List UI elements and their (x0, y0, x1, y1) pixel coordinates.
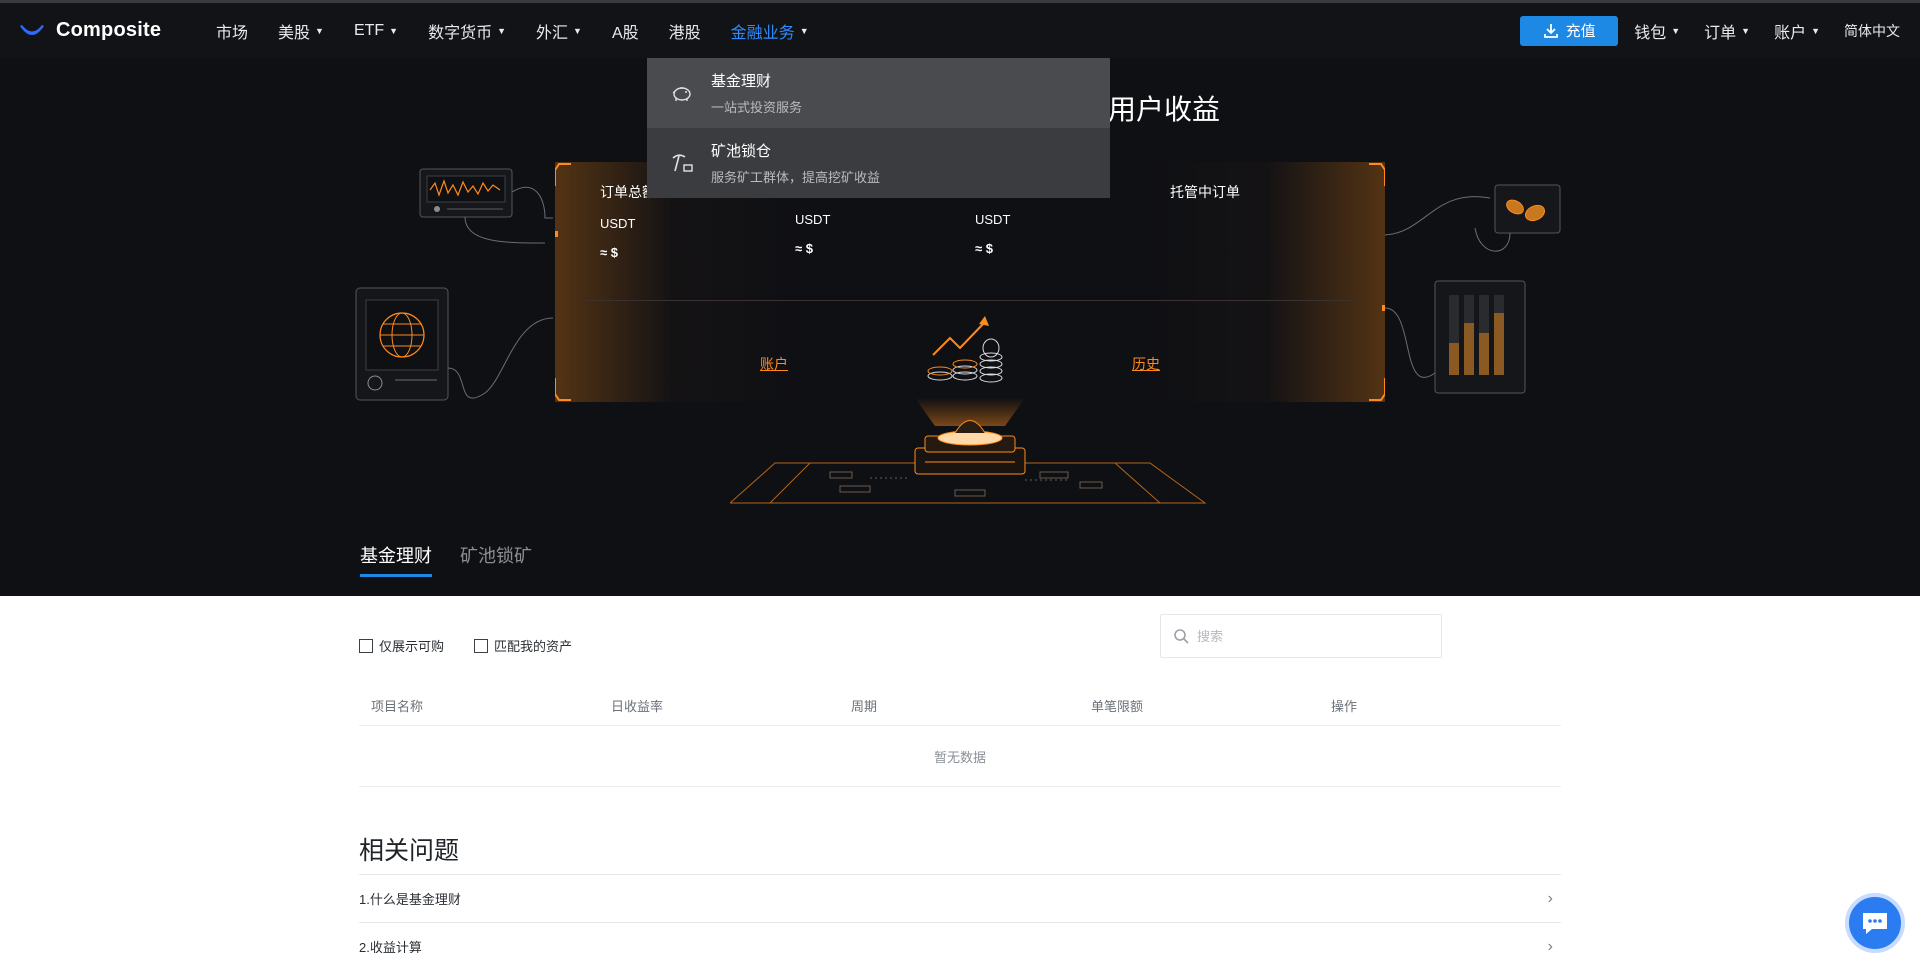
column-header-limit: 单笔限额 (1091, 699, 1144, 714)
nav-crypto[interactable]: 数字货币 ▼ (428, 3, 506, 58)
nav-a-shares-label: A股 (611, 24, 639, 42)
recharge-label: 充值 (1565, 23, 1596, 40)
checkbox-box[interactable] (474, 638, 489, 653)
logo[interactable]: Composite (18, 19, 216, 42)
stat-approx: ≈ $ (795, 241, 813, 256)
nav-forex-label: 外汇 (536, 24, 569, 42)
nav-account-label: 账户 (1774, 24, 1807, 42)
nav-etf-label: ETF (353, 21, 385, 39)
nav-orders[interactable]: 订单 ▼ (1704, 3, 1750, 58)
financial-services-dropdown: 基金理财 一站式投资服务 矿池锁仓 服务矿工群体，提高挖矿收益 (647, 58, 1110, 198)
caret-down-icon: ▼ (497, 25, 507, 36)
nav-orders-label: 订单 (1704, 24, 1737, 42)
chat-support-button[interactable] (1845, 893, 1905, 953)
caret-down-icon: ▼ (389, 25, 399, 36)
faq-list: 1.什么是基金理财 › 2.收益计算 › (359, 874, 1561, 953)
nav-account[interactable]: 账户 ▼ (1774, 3, 1820, 58)
product-tabs: 基金理财 矿池锁矿 (360, 542, 560, 577)
dropdown-item-desc: 服务矿工群体，提高挖矿收益 (711, 170, 881, 185)
piggy-bank-icon (667, 78, 697, 108)
search-input[interactable] (1197, 628, 1417, 644)
filter-bar: 仅展示可购 匹配我的资产 (359, 636, 602, 655)
checkbox-label: 匹配我的资产 (494, 639, 573, 654)
match-assets-checkbox[interactable]: 匹配我的资产 (474, 636, 572, 655)
dropdown-item-fund-finance[interactable]: 基金理财 一站式投资服务 (647, 58, 1110, 128)
column-header-action: 操作 (1331, 699, 1358, 714)
chat-bubble-icon (1863, 913, 1887, 934)
language-label: 简体中文 (1844, 22, 1900, 39)
dropdown-item-title: 矿池锁仓 (711, 143, 772, 160)
nav-us-stocks-label: 美股 (278, 24, 311, 42)
faq-title: 相关问题 (359, 837, 460, 865)
nav-hk-stocks-label: 港股 (668, 24, 701, 42)
composite-logo-icon (20, 24, 44, 35)
user-menu: 充值 钱包 ▼ 订单 ▼ 账户 ▼ 简体中文 (1520, 3, 1920, 58)
nav-etf[interactable]: ETF ▼ (354, 3, 398, 58)
search-box (1160, 614, 1442, 658)
chevron-right-icon: › (1547, 937, 1553, 953)
account-link[interactable]: 账户 (760, 354, 788, 374)
panel-divider (585, 300, 1355, 301)
dropdown-item-mining-pool[interactable]: 矿池锁仓 服务矿工群体，提高挖矿收益 (647, 128, 1110, 198)
nav-us-stocks[interactable]: 美股 ▼ (278, 3, 324, 58)
caret-down-icon: ▼ (1811, 25, 1820, 36)
nav-financial-services-label: 金融业务 (730, 24, 795, 42)
stat-approx: ≈ $ (975, 241, 993, 256)
nav-hk-stocks[interactable]: 港股 (669, 3, 701, 58)
earnings-panel: 订单总额 USDT ≈ $ USDT ≈ $ USDT ≈ $ 托管中订单 账户… (555, 162, 1385, 402)
nav-market-label: 市场 (216, 24, 249, 42)
nav-wallet[interactable]: 钱包 ▼ (1634, 3, 1680, 58)
stat-custody-orders: 托管中订单 (1170, 182, 1240, 216)
faq-question: 2.收益计算 (359, 940, 422, 953)
caret-down-icon: ▼ (1741, 25, 1751, 36)
nav-a-shares[interactable]: A股 (612, 3, 639, 58)
hero-title: 用户收益 (1108, 94, 1221, 125)
faq-item[interactable]: 1.什么是基金理财 › (359, 874, 1561, 922)
language-switcher[interactable]: 简体中文 (1844, 3, 1900, 58)
nav-market[interactable]: 市场 (216, 3, 248, 58)
faq-item[interactable]: 2.收益计算 › (359, 922, 1561, 953)
server-device-illustration (1385, 184, 1561, 394)
dropdown-item-desc: 一站式投资服务 (711, 100, 803, 115)
column-header-daily-yield: 日收益率 (611, 699, 664, 714)
tab-fund-finance[interactable]: 基金理财 (360, 542, 432, 577)
caret-down-icon: ▼ (573, 25, 582, 36)
main-menu: 市场 美股 ▼ ETF ▼ 数字货币 ▼ 外汇 ▼ A股 港股 金融业务 ▼ (216, 3, 839, 58)
download-icon (1543, 23, 1558, 38)
dropdown-item-title: 基金理财 (711, 73, 772, 90)
platform-illustration (730, 398, 1207, 504)
only-purchasable-checkbox[interactable]: 仅展示可购 (359, 636, 444, 655)
search-icon (1174, 629, 1189, 644)
recharge-button[interactable]: 充值 (1520, 15, 1619, 46)
stat-unit: USDT (975, 212, 1011, 227)
pickaxe-icon (667, 148, 697, 178)
nav-crypto-label: 数字货币 (428, 24, 493, 42)
nav-financial-services[interactable]: 金融业务 ▼ (731, 3, 809, 58)
checkbox-box[interactable] (359, 638, 373, 653)
caret-down-icon: ▼ (799, 25, 809, 36)
history-link[interactable]: 历史 (1132, 354, 1160, 374)
stat-unit: USDT (795, 212, 831, 227)
monitor-device-illustration (355, 168, 554, 401)
faq-question: 1.什么是基金理财 (359, 892, 461, 907)
nav-wallet-label: 钱包 (1634, 24, 1667, 42)
column-header-name: 项目名称 (371, 699, 424, 714)
checkbox-label: 仅展示可购 (379, 639, 445, 654)
chevron-right-icon: › (1547, 889, 1553, 907)
empty-state: 暂无数据 (359, 727, 1561, 787)
top-navigation: Composite 市场 美股 ▼ ETF ▼ 数字货币 ▼ 外汇 ▼ A股 港股 金融… (0, 0, 1920, 58)
nav-forex[interactable]: 外汇 ▼ (536, 3, 582, 58)
table-header: 项目名称 日收益率 周期 单笔限额 操作 (359, 686, 1561, 726)
column-header-period: 周期 (851, 699, 878, 714)
coins-growth-icon (927, 316, 1003, 383)
stat-label: 托管中订单 (1170, 184, 1240, 200)
stat-approx: ≈ $ (600, 245, 618, 260)
brand-name: Composite (56, 19, 162, 41)
caret-down-icon: ▼ (315, 25, 324, 36)
caret-down-icon: ▼ (1671, 25, 1681, 36)
stat-unit: USDT (600, 216, 636, 231)
tab-mining-pool-lock[interactable]: 矿池锁矿 (460, 542, 532, 577)
